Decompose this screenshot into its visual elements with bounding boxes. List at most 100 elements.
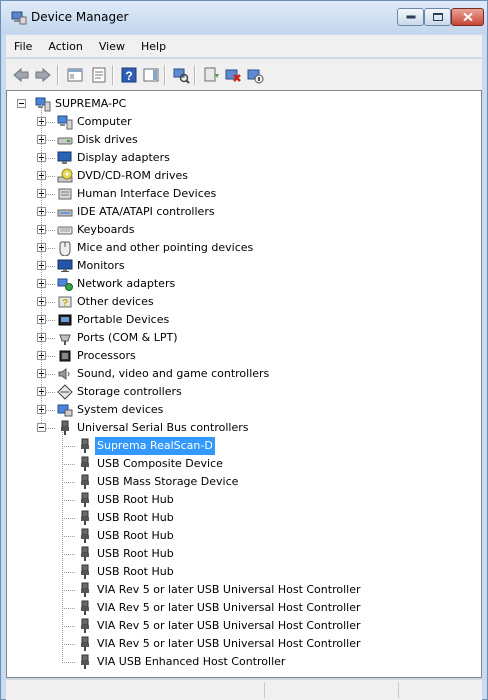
tree-category[interactable]: Processors	[7, 347, 477, 365]
tree-root[interactable]: SUPREMA-PC	[7, 95, 477, 113]
ide-controller-icon	[57, 204, 73, 220]
uninstall-icon[interactable]	[224, 66, 242, 84]
scan-hardware-icon[interactable]	[172, 66, 190, 84]
tree-item-label: Processors	[77, 349, 136, 362]
sound-icon	[57, 366, 73, 382]
tree-device[interactable]: VIA Rev 5 or later USB Universal Host Co…	[7, 635, 477, 653]
tree-category[interactable]: Mice and other pointing devices	[7, 239, 477, 257]
toolbar: ?	[6, 58, 482, 91]
collapse-icon[interactable]	[17, 99, 26, 108]
close-button[interactable]	[451, 8, 484, 26]
tree-category[interactable]: Universal Serial Bus controllers	[7, 419, 477, 437]
back-arrow-icon[interactable]	[12, 66, 30, 84]
tree-item-label: VIA Rev 5 or later USB Universal Host Co…	[97, 601, 361, 614]
tree-item-label: IDE ATA/ATAPI controllers	[77, 205, 215, 218]
title-bar[interactable]: Device Manager	[1, 1, 487, 34]
tree-category[interactable]: IDE ATA/ATAPI controllers	[7, 203, 477, 221]
mouse-icon	[57, 240, 73, 257]
tree-connector	[46, 320, 55, 321]
tree-connector	[62, 446, 76, 447]
tree-item-label: Mice and other pointing devices	[77, 241, 254, 254]
monitor-icon	[57, 258, 73, 274]
tree-category[interactable]: Keyboards	[7, 221, 477, 239]
console-tree-icon[interactable]	[66, 66, 84, 84]
tree-item-label: Computer	[77, 115, 132, 128]
usb-icon	[77, 546, 93, 562]
tree-connector	[46, 158, 55, 159]
tree-category[interactable]: Network adapters	[7, 275, 477, 293]
action-pane-icon[interactable]	[142, 66, 160, 84]
collapse-icon[interactable]	[37, 423, 46, 432]
tree-device[interactable]: USB Root Hub	[7, 527, 477, 545]
update-driver-icon[interactable]	[202, 66, 220, 84]
tree-device[interactable]: VIA Rev 5 or later USB Universal Host Co…	[7, 599, 477, 617]
tree-category[interactable]: ? Other devices	[7, 293, 477, 311]
tree-connector	[62, 608, 76, 609]
tree-category[interactable]: DVD/CD-ROM drives	[7, 167, 477, 185]
tree-category[interactable]: Ports (COM & LPT)	[7, 329, 477, 347]
tree-connector	[41, 104, 42, 423]
tree-category[interactable]: Monitors	[7, 257, 477, 275]
tree-device[interactable]: VIA Rev 5 or later USB Universal Host Co…	[7, 617, 477, 635]
keyboard-icon	[57, 222, 73, 238]
tree-category[interactable]: Display adapters	[7, 149, 477, 167]
menu-file[interactable]: File	[6, 40, 40, 53]
usb-icon	[77, 456, 93, 472]
usb-icon	[77, 474, 93, 490]
tree-device[interactable]: USB Root Hub	[7, 509, 477, 527]
tree-connector	[46, 176, 55, 177]
device-tree[interactable]: SUPREMA-PC Computer Disk drives Display ada…	[6, 90, 482, 678]
status-pane	[398, 682, 479, 698]
tree-category[interactable]: Portable Devices	[7, 311, 477, 329]
tree-item-label: Suprema RealScan-D	[95, 437, 215, 455]
tree-category[interactable]: Human Interface Devices	[7, 185, 477, 203]
tree-item-label: Storage controllers	[77, 385, 182, 398]
tree-item-label: Portable Devices	[77, 313, 170, 326]
tree-device[interactable]: USB Composite Device	[7, 455, 477, 473]
tree-connector	[62, 572, 76, 573]
tree-connector	[62, 644, 76, 645]
tree-device[interactable]: Suprema RealScan-D	[7, 437, 477, 455]
toolbar-separator	[112, 65, 114, 85]
hid-icon	[57, 186, 73, 202]
menu-help[interactable]: Help	[133, 40, 174, 53]
menu-bar: File Action View Help	[6, 35, 482, 57]
menu-view[interactable]: View	[91, 40, 133, 53]
tree-device[interactable]: USB Root Hub	[7, 545, 477, 563]
portable-device-icon	[57, 312, 73, 328]
tree-item-label: DVD/CD-ROM drives	[77, 169, 188, 182]
tree-category[interactable]: Disk drives	[7, 131, 477, 149]
maximize-button[interactable]	[424, 8, 451, 26]
forward-arrow-icon[interactable]	[34, 66, 52, 84]
tree-connector	[62, 432, 63, 662]
tree-device[interactable]: USB Mass Storage Device	[7, 473, 477, 491]
minimize-button[interactable]	[397, 8, 424, 26]
tree-device[interactable]: USB Root Hub	[7, 563, 477, 581]
toolbar-separator	[194, 65, 196, 85]
unknown-device-icon: ?	[57, 294, 73, 310]
properties-icon[interactable]	[90, 66, 108, 84]
tree-connector	[46, 338, 55, 339]
usb-icon	[77, 636, 93, 652]
tree-item-label: Disk drives	[77, 133, 138, 146]
menu-action[interactable]: Action	[40, 40, 90, 53]
tree-item-label: VIA Rev 5 or later USB Universal Host Co…	[97, 583, 361, 596]
tree-category[interactable]: Sound, video and game controllers	[7, 365, 477, 383]
tree-item-label: VIA Rev 5 or later USB Universal Host Co…	[97, 619, 361, 632]
tree-category[interactable]: Storage controllers	[7, 383, 477, 401]
usb-icon	[77, 438, 93, 454]
tree-item-label: System devices	[77, 403, 164, 416]
tree-item-label: Human Interface Devices	[77, 187, 217, 200]
tree-category[interactable]: System devices	[7, 401, 477, 419]
disable-device-icon[interactable]	[246, 66, 264, 84]
tree-item-label: SUPREMA-PC	[55, 97, 127, 110]
disk-drive-icon	[57, 132, 73, 148]
tree-device[interactable]: VIA Rev 5 or later USB Universal Host Co…	[7, 581, 477, 599]
tree-connector	[62, 554, 76, 555]
tree-device[interactable]: USB Root Hub	[7, 491, 477, 509]
usb-icon	[77, 510, 93, 526]
tree-device[interactable]: VIA USB Enhanced Host Controller	[7, 653, 477, 671]
help-icon[interactable]: ?	[120, 66, 138, 84]
tree-item-label: VIA Rev 5 or later USB Universal Host Co…	[97, 637, 361, 650]
tree-category[interactable]: Computer	[7, 113, 477, 131]
